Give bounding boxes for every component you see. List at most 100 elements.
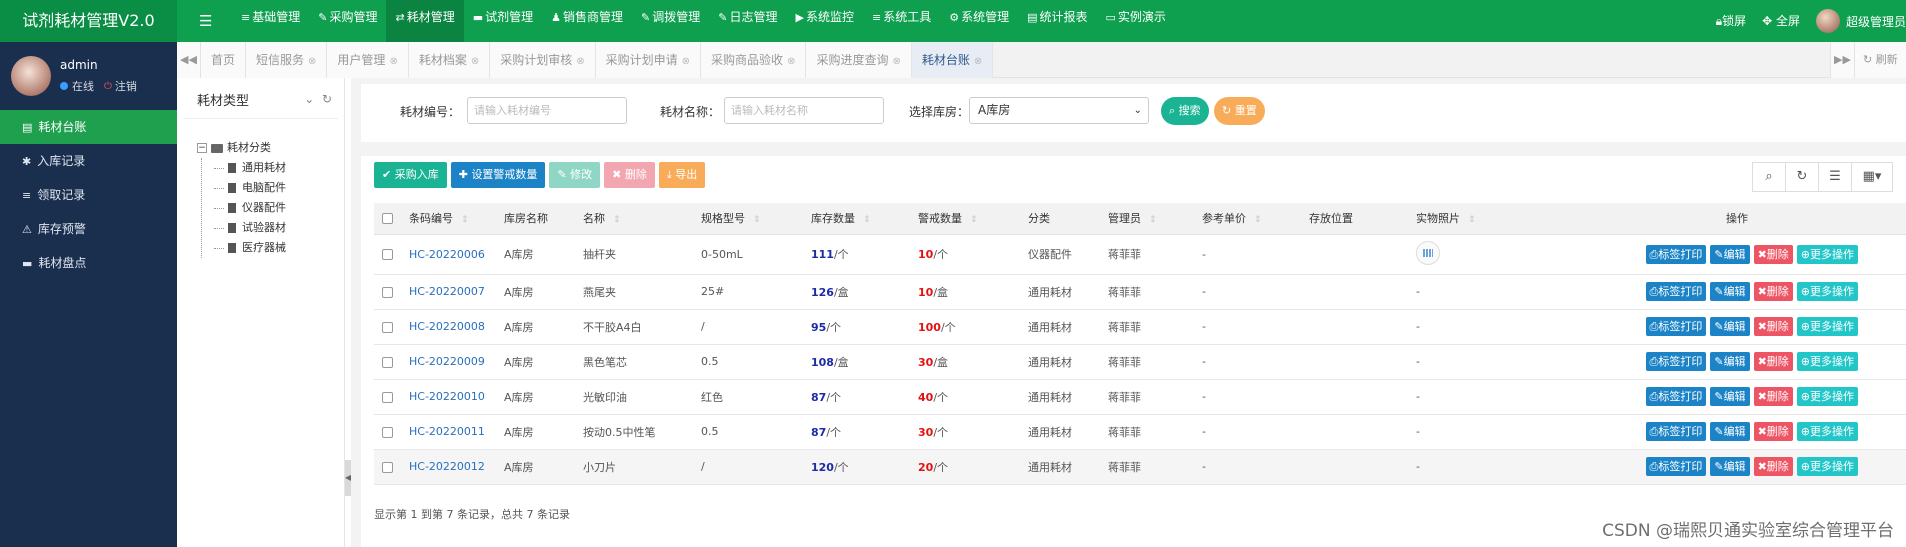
cell-code[interactable]: HC-20220010: [401, 379, 496, 415]
delete-row-button[interactable]: ✖删除: [1753, 422, 1793, 441]
more-actions-button[interactable]: ⊕更多操作: [1796, 282, 1858, 301]
edit-row-button[interactable]: ✎编辑: [1710, 244, 1750, 264]
tree-node-0[interactable]: 通用耗材: [214, 158, 286, 178]
code-link[interactable]: HC-20220006: [409, 248, 485, 261]
row-checkbox[interactable]: [382, 249, 393, 260]
sidebar-item-1[interactable]: ✱ 入库记录: [0, 144, 177, 178]
row-checkbox-cell[interactable]: [374, 344, 401, 380]
cell-code[interactable]: HC-20220012: [401, 449, 496, 485]
search-button[interactable]: ⌕ 搜索: [1161, 97, 1209, 125]
print-label-button[interactable]: ⎙标签打印: [1645, 457, 1707, 476]
cell-code[interactable]: HC-20220008: [401, 309, 496, 345]
delete-button[interactable]: ✖ 删除: [604, 162, 655, 188]
edit-row-button[interactable]: ✎编辑: [1710, 387, 1750, 406]
topnav-item-9[interactable]: ⚙ 系统管理: [940, 0, 1018, 42]
topnav-item-4[interactable]: ♟ 销售商管理: [542, 0, 632, 42]
photo-thumbnail[interactable]: [1416, 240, 1440, 265]
code-input[interactable]: [467, 97, 627, 124]
print-label-button[interactable]: ⎙标签打印: [1645, 422, 1707, 441]
delete-row-button[interactable]: ✖删除: [1753, 317, 1793, 336]
logout-icon[interactable]: ⏻: [104, 81, 112, 92]
edit-row-button[interactable]: ✎编辑: [1710, 422, 1750, 441]
header-name[interactable]: 名称 ⇕: [575, 203, 693, 235]
print-label-button[interactable]: ⎙标签打印: [1645, 244, 1707, 264]
row-checkbox-cell[interactable]: [374, 414, 401, 450]
close-icon[interactable]: ⊗: [389, 56, 397, 67]
code-link[interactable]: HC-20220011: [409, 425, 485, 438]
delete-row-button[interactable]: ✖删除: [1753, 282, 1793, 301]
delete-row-button[interactable]: ✖删除: [1753, 352, 1793, 371]
cell-photo[interactable]: [1408, 234, 1568, 275]
close-icon[interactable]: ⊗: [682, 56, 690, 67]
row-checkbox[interactable]: [382, 426, 393, 438]
edit-row-button[interactable]: ✎编辑: [1710, 317, 1750, 336]
row-checkbox-cell[interactable]: [374, 379, 401, 415]
code-link[interactable]: HC-20220007: [409, 285, 485, 298]
row-checkbox-cell[interactable]: [374, 449, 401, 485]
topnav-item-8[interactable]: ≡ 系统工具: [863, 0, 940, 42]
edit-row-button[interactable]: ✎编辑: [1710, 282, 1750, 301]
user-menu[interactable]: 超级管理员: [1815, 9, 1906, 33]
warehouse-select[interactable]: A库房 ⌄: [969, 97, 1149, 124]
row-checkbox[interactable]: [382, 356, 393, 368]
edit-row-button[interactable]: ✎编辑: [1710, 352, 1750, 371]
code-link[interactable]: HC-20220012: [409, 460, 485, 473]
code-link[interactable]: HC-20220010: [409, 390, 485, 403]
tabs-scroll-left-icon[interactable]: ◀◀: [177, 42, 201, 78]
tab-1[interactable]: 短信服务 ⊗: [246, 42, 328, 78]
row-checkbox[interactable]: [382, 321, 393, 333]
topnav-item-7[interactable]: ▶ 系统监控: [786, 0, 862, 42]
print-label-button[interactable]: ⎙标签打印: [1645, 317, 1707, 336]
tab-6[interactable]: 采购商品验收 ⊗: [701, 42, 807, 78]
more-actions-button[interactable]: ⊕更多操作: [1796, 422, 1858, 441]
list-toggle-icon[interactable]: ☰: [1818, 162, 1852, 192]
row-checkbox-cell[interactable]: [374, 274, 401, 310]
sidebar-item-3[interactable]: ⚠ 库存预警: [0, 212, 177, 246]
reset-button[interactable]: ↻ 重置: [1214, 97, 1265, 125]
tab-7[interactable]: 采购进度查询 ⊗: [806, 42, 912, 78]
tree-node-2[interactable]: 仪器配件: [214, 198, 286, 218]
delete-row-button[interactable]: ✖删除: [1753, 244, 1793, 264]
more-actions-button[interactable]: ⊕更多操作: [1796, 317, 1858, 336]
header-photo[interactable]: 实物照片 ⇕: [1408, 203, 1568, 235]
close-icon[interactable]: ⊗: [787, 56, 795, 67]
more-actions-button[interactable]: ⊕更多操作: [1796, 244, 1858, 264]
close-icon[interactable]: ⊗: [892, 56, 900, 67]
refresh-icon[interactable]: ↻: [1785, 162, 1819, 192]
close-icon[interactable]: ⊗: [471, 56, 479, 67]
chevron-down-icon[interactable]: ⌄: [304, 92, 314, 106]
export-button[interactable]: ⤓ 导出: [658, 162, 706, 188]
header-admin[interactable]: 管理员 ⇕: [1100, 203, 1194, 235]
cell-code[interactable]: HC-20220006: [401, 234, 496, 275]
more-actions-button[interactable]: ⊕更多操作: [1796, 352, 1858, 371]
edit-row-button[interactable]: ✎编辑: [1710, 457, 1750, 476]
tabs-scroll-right-icon[interactable]: ▶▶: [1830, 42, 1854, 78]
tree-root-node[interactable]: − 耗材分类: [197, 138, 286, 158]
tab-5[interactable]: 采购计划申请 ⊗: [595, 42, 702, 78]
purchase-in-button[interactable]: ✔ 采购入库: [374, 162, 447, 188]
set-warning-button[interactable]: ✚ 设置警戒数量: [450, 162, 546, 188]
topnav-item-2[interactable]: ⇄ 耗材管理: [386, 0, 464, 42]
header-price[interactable]: 参考单价 ⇕: [1194, 203, 1301, 235]
topnav-item-11[interactable]: ▭ 实例演示: [1097, 0, 1175, 42]
tab-8[interactable]: 耗材台账 ⊗: [911, 42, 994, 78]
tab-2[interactable]: 用户管理 ⊗: [327, 42, 409, 78]
header-warn[interactable]: 警戒数量 ⇕: [910, 203, 1020, 235]
print-label-button[interactable]: ⎙标签打印: [1645, 282, 1707, 301]
topnav-item-5[interactable]: ✎ 调拨管理: [632, 0, 709, 42]
columns-icon[interactable]: ▦▾: [1851, 162, 1893, 192]
tree-node-1[interactable]: 电脑配件: [214, 178, 286, 198]
tab-4[interactable]: 采购计划审核 ⊗: [490, 42, 596, 78]
topnav-item-0[interactable]: ≡ 基础管理: [232, 0, 309, 42]
cell-code[interactable]: HC-20220009: [401, 344, 496, 380]
search-icon[interactable]: ⌕: [1752, 162, 1786, 192]
close-icon[interactable]: ⊗: [974, 56, 982, 67]
name-input[interactable]: [724, 97, 884, 124]
sidebar-item-0[interactable]: ▤ 耗材台账: [0, 110, 177, 144]
code-link[interactable]: HC-20220008: [409, 320, 485, 333]
tree-node-3[interactable]: 试验器材: [214, 218, 286, 238]
topnav-item-1[interactable]: ✎ 采购管理: [309, 0, 386, 42]
tree-node-4[interactable]: 医疗器械: [214, 238, 286, 258]
delete-row-button[interactable]: ✖删除: [1753, 457, 1793, 476]
topnav-item-10[interactable]: ▤ 统计报表: [1018, 0, 1096, 42]
